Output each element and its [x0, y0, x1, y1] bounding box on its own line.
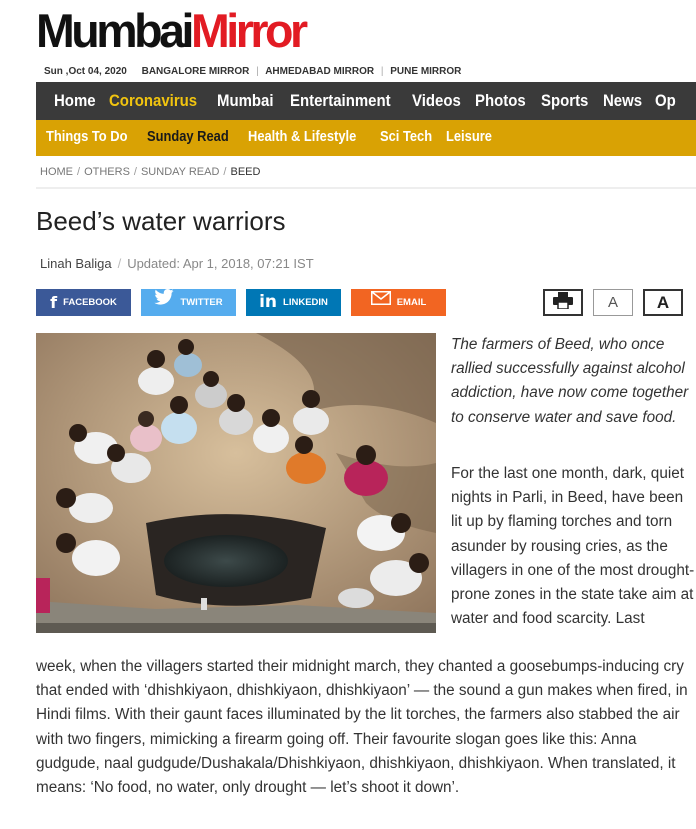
separator: | — [380, 66, 384, 77]
separator: | — [256, 66, 259, 77]
nav-entertainment[interactable]: Entertainment — [290, 82, 391, 120]
print-button[interactable] — [543, 289, 583, 316]
subnav-sci-tech[interactable]: Sci Tech — [380, 120, 432, 154]
twitter-icon — [154, 289, 174, 316]
breadcrumb-separator: / — [223, 166, 227, 178]
article-title: Beed’s water warriors — [36, 206, 286, 236]
printer-icon — [553, 291, 573, 314]
site-logo[interactable]: MumbaiMirror — [36, 2, 308, 60]
facebook-icon: f — [50, 293, 58, 312]
article-paragraph-continued: week, when the villagers started their m… — [36, 658, 688, 797]
share-facebook-label: FACEBOOK — [63, 297, 117, 308]
byline-separator: / — [117, 256, 122, 271]
subnav-leisure[interactable]: Leisure — [446, 120, 492, 154]
edition-link-bangalore[interactable]: BANGALORE MIRROR — [142, 66, 250, 77]
nav-photos[interactable]: Photos — [475, 82, 526, 120]
font-increase-button[interactable]: A — [643, 289, 683, 316]
breadcrumb: HOME / OTHERS / SUNDAY READ / BEED — [36, 156, 696, 189]
linkedin-icon: in — [259, 292, 278, 312]
nav-opinion[interactable]: Op — [655, 82, 676, 120]
breadcrumb-separator: / — [77, 166, 81, 178]
share-email-button[interactable]: EMAIL — [351, 289, 446, 316]
nav-coronavirus[interactable]: Coronavirus — [109, 82, 197, 120]
current-date: Sun ,Oct 04, 2020 — [44, 66, 127, 77]
byline: Linah Baliga / Updated: Apr 1, 2018, 07:21… — [40, 256, 314, 271]
subnav-sunday-read[interactable]: Sunday Read — [147, 120, 229, 154]
sub-navigation: Things To Do Sunday Read Health & Lifestyl… — [36, 120, 696, 156]
villagers-around-water-pit-image — [36, 333, 436, 633]
share-twitter-label: TWITTER — [180, 297, 223, 308]
edition-link-pune[interactable]: PUNE MIRROR — [390, 66, 461, 77]
logo-word-mumbai: Mumbai — [36, 4, 194, 57]
share-linkedin-label: LINKEDIN — [283, 297, 328, 308]
article-paragraph: For the last one month, dark, quiet nigh… — [451, 465, 695, 628]
breadcrumb-home[interactable]: HOME — [40, 166, 73, 178]
share-facebook-button[interactable]: f FACEBOOK — [36, 289, 131, 316]
main-navigation: Home Coronavirus Mumbai Entertainment Videos… — [36, 82, 696, 120]
nav-home[interactable]: Home — [54, 82, 96, 120]
share-email-label: EMAIL — [396, 297, 427, 308]
logo-word-mirror: Mirror — [190, 4, 308, 57]
masthead: MumbaiMirror Sun ,Oct 04, 2020 BANGALORE… — [36, 2, 676, 77]
subnav-things-to-do[interactable]: Things To Do — [46, 120, 127, 154]
breadcrumb-separator: / — [133, 166, 137, 178]
breadcrumb-others[interactable]: OTHERS — [84, 166, 130, 178]
nav-news[interactable]: News — [603, 82, 642, 120]
nav-videos[interactable]: Videos — [412, 82, 461, 120]
nav-sports[interactable]: Sports — [541, 82, 588, 120]
share-linkedin-button[interactable]: in LINKEDIN — [246, 289, 341, 316]
article-lede: The farmers of Beed, who once rallied su… — [451, 336, 689, 426]
author-link[interactable]: Linah Baliga — [40, 256, 112, 271]
envelope-icon — [370, 289, 391, 316]
font-decrease-button[interactable]: A — [593, 289, 633, 316]
article-photo — [36, 333, 436, 633]
subnav-health-lifestyle[interactable]: Health & Lifestyle — [248, 120, 356, 154]
edition-link-ahmedabad[interactable]: AHMEDABAD MIRROR — [265, 66, 374, 77]
breadcrumb-current: BEED — [230, 166, 261, 178]
breadcrumb-sunday-read[interactable]: SUNDAY READ — [141, 166, 219, 178]
nav-mumbai[interactable]: Mumbai — [217, 82, 274, 120]
edition-bar: Sun ,Oct 04, 2020 BANGALORE MIRROR | AHM… — [44, 66, 461, 77]
updated-timestamp: Updated: Apr 1, 2018, 07:21 IST — [127, 256, 314, 271]
share-twitter-button[interactable]: TWITTER — [141, 289, 236, 316]
